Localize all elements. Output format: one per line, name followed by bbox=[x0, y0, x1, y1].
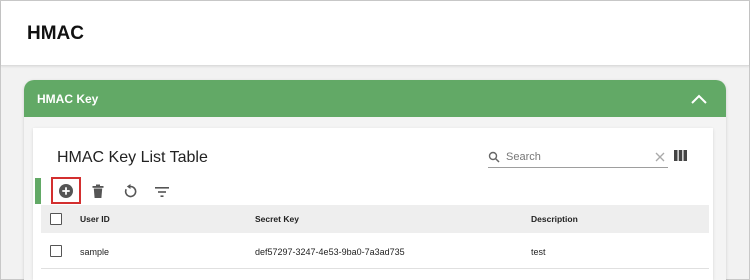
table-header-row: User ID Secret Key Description bbox=[41, 205, 709, 233]
toolbar-accent-bar bbox=[35, 178, 41, 204]
cell-secret-key: def57297-3247-4e53-9ba0-7a3ad735 bbox=[255, 247, 405, 257]
page-header: HMAC bbox=[1, 1, 749, 66]
column-header-secret-key[interactable]: Secret Key bbox=[255, 214, 299, 224]
view-columns-icon[interactable] bbox=[674, 150, 687, 161]
delete-button[interactable] bbox=[83, 178, 113, 205]
select-all-checkbox[interactable] bbox=[50, 213, 62, 225]
filter-button[interactable] bbox=[147, 178, 177, 205]
search-input[interactable] bbox=[506, 148, 636, 166]
table-title: HMAC Key List Table bbox=[57, 149, 208, 166]
refresh-button[interactable] bbox=[115, 178, 145, 205]
column-header-user-id[interactable]: User ID bbox=[80, 214, 110, 224]
filter-icon bbox=[155, 186, 169, 197]
collapse-button[interactable] bbox=[688, 88, 710, 110]
refresh-icon bbox=[124, 184, 136, 198]
add-button[interactable] bbox=[51, 177, 81, 204]
table-row[interactable]: sample def57297-3247-4e53-9ba0-7a3ad735 … bbox=[41, 233, 709, 269]
chevron-up-icon bbox=[691, 94, 707, 104]
search-box bbox=[488, 146, 668, 168]
search-icon bbox=[488, 151, 500, 163]
clear-icon[interactable] bbox=[654, 151, 666, 163]
row-checkbox[interactable] bbox=[50, 245, 62, 257]
column-header-description[interactable]: Description bbox=[531, 214, 578, 224]
add-circle-icon bbox=[59, 183, 73, 198]
panel-title: HMAC Key bbox=[37, 92, 99, 106]
panel-header[interactable]: HMAC Key bbox=[24, 80, 726, 117]
cell-user-id: sample bbox=[80, 247, 110, 257]
trash-icon bbox=[92, 184, 104, 198]
page-title: HMAC bbox=[27, 23, 84, 44]
cell-description: test bbox=[531, 247, 546, 257]
